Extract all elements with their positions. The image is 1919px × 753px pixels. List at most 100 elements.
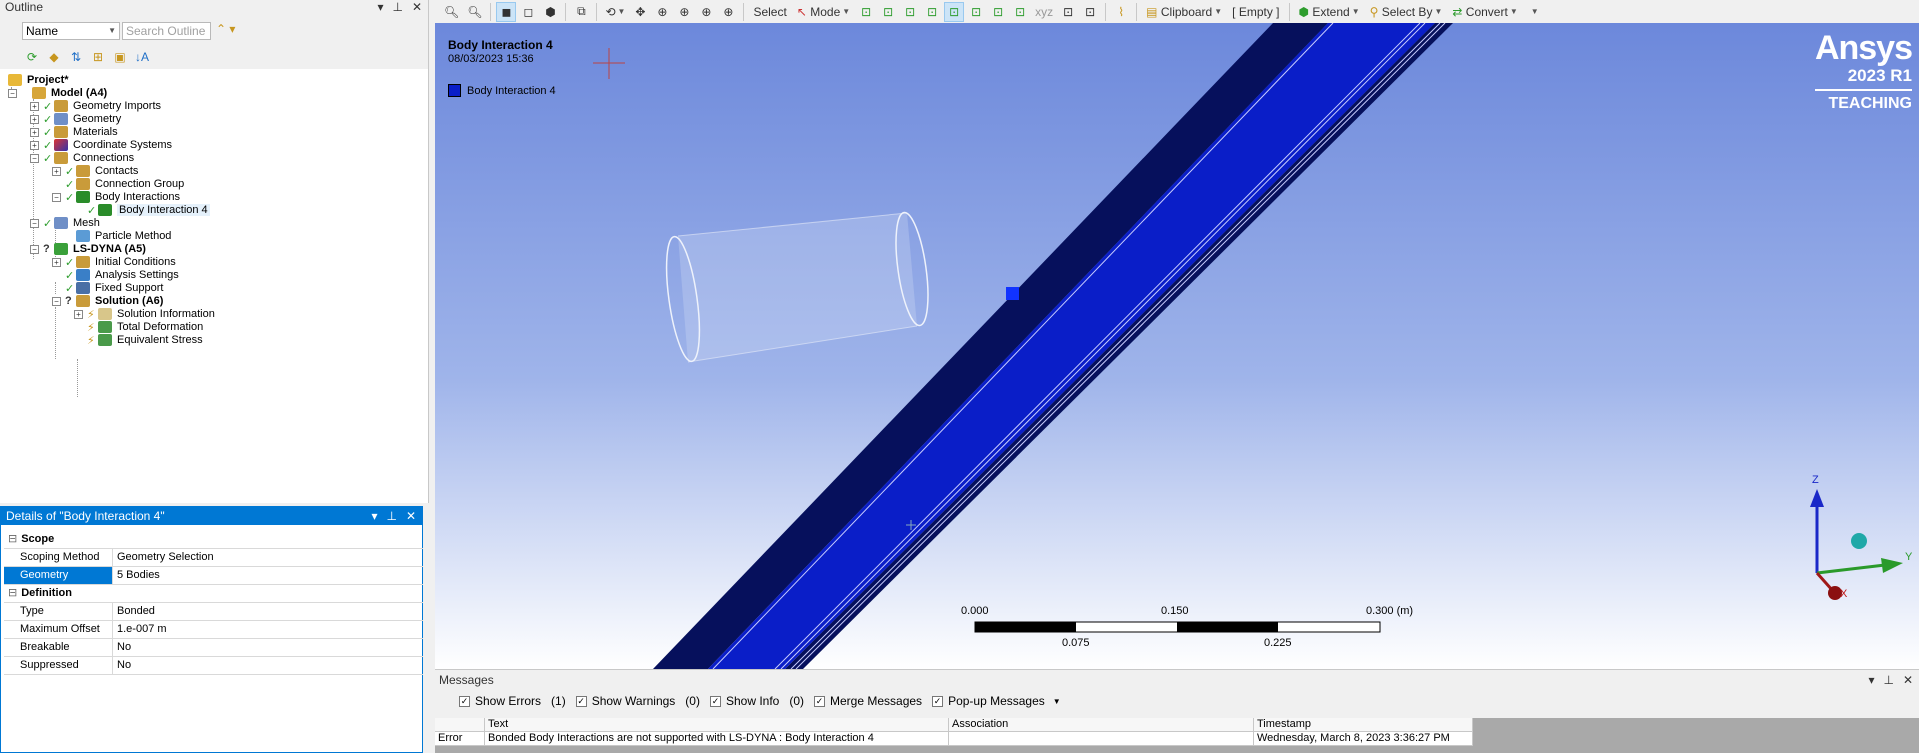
mode-button[interactable]: ↖ Mode ▼ — [793, 2, 854, 22]
sort-alpha-icon[interactable]: ↓A — [134, 49, 150, 65]
property-value[interactable]: Bonded — [113, 603, 423, 620]
search-options-icon[interactable]: ⌃ ▾ — [216, 22, 235, 36]
details-group-scope[interactable]: Scope — [4, 531, 423, 549]
toolbar-overflow-icon[interactable]: ▼ — [1524, 2, 1544, 22]
merge-messages-checkbox[interactable]: ✓ Merge Messages — [814, 694, 922, 708]
outline-title-bar: Outline ▾ ⊥ ✕ — [0, 0, 428, 16]
expand-all-icon[interactable]: ⊞ — [90, 49, 106, 65]
clipboard-button[interactable]: ▤ Clipboard ▼ — [1142, 2, 1226, 22]
expand-toggle-icon[interactable]: + — [30, 114, 39, 124]
zoom-in-icon[interactable]: 🔍︎ — [441, 2, 462, 22]
solid-view-icon[interactable]: ◼ — [496, 1, 517, 22]
convert-button[interactable]: ⇄ Convert ▼ — [1448, 2, 1521, 22]
select-body-active-icon[interactable]: ⊡ — [944, 1, 965, 22]
collapse-toggle-icon[interactable]: − — [52, 192, 61, 202]
pane-dropdown-icon[interactable]: ▾ — [1868, 670, 1874, 690]
expand-toggle-icon[interactable]: + — [74, 309, 83, 319]
collapse-toggle-icon[interactable]: − — [52, 296, 61, 306]
expand-toggle-icon[interactable]: + — [30, 101, 39, 111]
coordinate-icon[interactable]: xyz — [1032, 2, 1056, 22]
checkbox-checked-icon: ✓ — [814, 695, 826, 707]
select-by-icon: ⚲ — [1369, 4, 1379, 19]
select-edge-icon[interactable]: ⊡ — [878, 2, 898, 22]
property-value[interactable]: No — [113, 657, 423, 674]
select-face-icon[interactable]: ⊡ — [900, 2, 920, 22]
pin-icon[interactable]: ⊥ — [1883, 670, 1893, 690]
column-header-association[interactable]: Association — [949, 718, 1254, 732]
details-row-geometry[interactable]: Geometry 5 Bodies — [4, 567, 423, 585]
collapse-icon[interactable]: ▣ — [112, 49, 128, 65]
expand-toggle-icon[interactable]: + — [52, 257, 61, 267]
details-row-suppressed[interactable]: Suppressed No — [4, 657, 423, 675]
popup-messages-checkbox[interactable]: ✓ Pop-up Messages ▼ — [932, 694, 1061, 708]
select-body-icon[interactable]: ⊡ — [922, 2, 942, 22]
refresh-icon[interactable]: ⟳ — [24, 49, 40, 65]
scale-label: 0.075 — [1062, 637, 1090, 649]
details-row-breakable[interactable]: Breakable No — [4, 639, 423, 657]
select-mesh-icon[interactable]: ⊡ — [1058, 2, 1078, 22]
details-row-type[interactable]: Type Bonded — [4, 603, 423, 621]
details-group-definition[interactable]: Definition — [4, 585, 423, 603]
column-header-type[interactable] — [435, 718, 485, 732]
pane-dropdown-icon[interactable]: ▾ — [371, 507, 377, 525]
show-warnings-checkbox[interactable]: ✓ Show Warnings (0) — [575, 694, 700, 708]
close-icon[interactable]: ✕ — [1903, 670, 1913, 690]
select-path-icon[interactable]: ⊡ — [1080, 2, 1100, 22]
sort-icon[interactable]: ⇅ — [68, 49, 84, 65]
tag-icon[interactable]: ◆ — [46, 49, 62, 65]
property-value[interactable]: No — [113, 639, 423, 656]
tree-item-body-interaction-4[interactable]: ✓ Body Interaction 4 — [87, 202, 210, 218]
show-errors-checkbox[interactable]: ✓ Show Errors (1) — [459, 694, 566, 708]
show-info-checkbox[interactable]: ✓ Show Info (0) — [709, 694, 804, 708]
magnifier-icon[interactable]: ⊕ — [718, 2, 738, 22]
pin-icon[interactable]: ⊥ — [386, 507, 396, 525]
zoom-to-fit-icon[interactable]: ⊕ — [696, 2, 716, 22]
select-element-icon[interactable]: ⊡ — [1010, 2, 1030, 22]
box-zoom-icon[interactable]: ⊕ — [674, 2, 694, 22]
expand-toggle-icon[interactable]: + — [52, 166, 61, 176]
select-button[interactable]: Select — [749, 2, 790, 22]
expand-toggle-icon[interactable]: + — [30, 127, 39, 137]
graphics-viewport[interactable]: Body Interaction 4 08/03/2023 15:36 Body… — [435, 23, 1919, 669]
extend-button[interactable]: ⬢ Extend ▼ — [1295, 2, 1364, 22]
property-value[interactable]: 5 Bodies — [113, 567, 423, 584]
display-options-icon[interactable]: ⧉ — [571, 2, 591, 22]
select-by-button[interactable]: ⚲ Select By ▼ — [1366, 2, 1447, 22]
pan-icon[interactable]: ✥ — [630, 2, 650, 22]
details-row-maximum-offset[interactable]: Maximum Offset 1.e-007 m — [4, 621, 423, 639]
check-icon: ✓ — [43, 217, 53, 230]
property-name: Breakable — [4, 639, 113, 656]
expand-toggle-icon[interactable]: + — [30, 140, 39, 150]
details-row-scoping-method[interactable]: Scoping Method Geometry Selection — [4, 549, 423, 567]
brand-version: 2023 R1 — [1847, 66, 1912, 85]
axis-label-y: Y — [1905, 551, 1913, 563]
search-input[interactable]: Search Outline — [122, 22, 211, 40]
close-icon[interactable]: ✕ — [412, 0, 422, 15]
zoom-out-icon[interactable]: 🔍︎ — [464, 2, 485, 22]
chart-icon[interactable]: ⌇ — [1111, 2, 1131, 22]
property-value[interactable]: 1.e-007 m — [113, 621, 423, 638]
collapse-toggle-icon[interactable]: − — [30, 244, 39, 254]
filter-select[interactable]: Name ▼ — [22, 22, 120, 40]
property-value[interactable]: Geometry Selection — [113, 549, 423, 566]
column-header-timestamp[interactable]: Timestamp — [1254, 718, 1473, 732]
filter-label: Show Errors — [475, 694, 542, 708]
select-vertex-icon[interactable]: ⊡ — [856, 2, 876, 22]
rotate-icon[interactable]: ⟲ ▼ — [602, 2, 628, 22]
chevron-down-icon[interactable]: ▼ — [1053, 697, 1061, 706]
message-filters: ✓ Show Errors (1) ✓ Show Warnings (0) ✓ … — [435, 690, 1919, 712]
table-row[interactable]: Error Bonded Body Interactions are not s… — [435, 732, 1919, 746]
select-node-icon[interactable]: ⊡ — [966, 2, 986, 22]
edges-view-icon[interactable]: ⬢ — [540, 2, 560, 22]
tree-item-equivalent-stress[interactable]: ⚡ Equivalent Stress — [87, 332, 203, 348]
pin-icon[interactable]: ⊥ — [392, 0, 402, 15]
zoom-icon[interactable]: ⊕ — [652, 2, 672, 22]
collapse-toggle-icon[interactable]: − — [30, 218, 39, 228]
pane-dropdown-icon[interactable]: ▾ — [377, 0, 383, 15]
collapse-toggle-icon[interactable]: − — [8, 88, 17, 98]
collapse-toggle-icon[interactable]: − — [30, 153, 39, 163]
select-element-face-icon[interactable]: ⊡ — [988, 2, 1008, 22]
wireframe-view-icon[interactable]: ◻ — [518, 2, 538, 22]
close-icon[interactable]: ✕ — [406, 507, 416, 525]
column-header-text[interactable]: Text — [485, 718, 949, 732]
